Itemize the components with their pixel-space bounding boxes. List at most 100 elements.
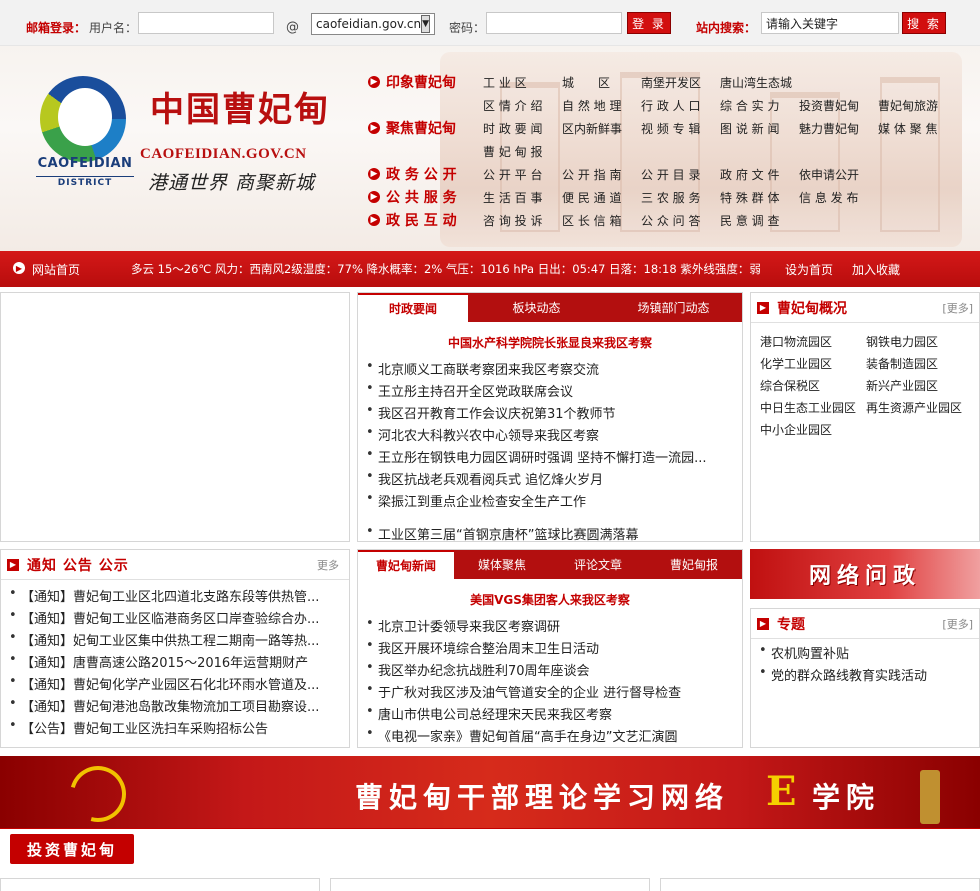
nav-link[interactable]: 公 开 指 南 bbox=[562, 166, 621, 183]
online-inquiry-banner[interactable]: 网络问政 bbox=[750, 549, 980, 599]
brand-name: 中国曹妃甸 bbox=[150, 90, 330, 130]
nav-link[interactable]: 民 意 调 查 bbox=[720, 212, 779, 229]
home-link[interactable]: 网站首页 bbox=[32, 261, 80, 278]
set-homepage-link[interactable]: 设为首页 bbox=[785, 261, 833, 278]
park-link[interactable]: 化学工业园区 bbox=[760, 355, 832, 372]
nav-link[interactable]: 区 情 介 绍 bbox=[483, 97, 542, 114]
list-item[interactable]: 梁振江到重点企业检查安全生产工作 bbox=[364, 491, 734, 513]
list-item[interactable]: 工业区第三届“首钢京唐杯”篮球比赛圆满落幕 bbox=[364, 524, 734, 543]
domain-select[interactable]: caofeidian.gov.cn ▼ bbox=[311, 13, 435, 35]
nav-link[interactable]: 区 长 信 箱 bbox=[562, 212, 621, 229]
more-link[interactable]: 更多 bbox=[317, 557, 339, 573]
login-button[interactable]: 登 录 bbox=[627, 12, 671, 34]
list-item[interactable]: 【通知】曹妃甸工业区北四道北支路东段等供热管... bbox=[7, 586, 345, 608]
list-item[interactable]: 我区召开教育工作会议庆祝第31个教师节 bbox=[364, 403, 734, 425]
list-item[interactable]: 《电视一家亲》曹妃甸首届“高手在身边”文艺汇演圆 bbox=[364, 726, 734, 748]
list-item[interactable]: 【通知】曹妃甸港池岛散改集物流加工项目勘察设... bbox=[7, 696, 345, 718]
nav-link[interactable]: 投资曹妃甸 bbox=[799, 97, 859, 114]
nav-link[interactable]: 公 开 目 录 bbox=[641, 166, 700, 183]
news-headline[interactable]: 美国VGS集团客人来我区考察 bbox=[358, 591, 742, 608]
list-item[interactable]: 【通知】唐曹高速公路2015～2016年运营期财产 bbox=[7, 652, 345, 674]
elearning-e: E bbox=[766, 768, 797, 815]
nav-link[interactable]: 魅力曹妃甸 bbox=[799, 120, 859, 137]
nav-link[interactable]: 公 众 问 答 bbox=[641, 212, 700, 229]
nav-link[interactable]: 特 殊 群 体 bbox=[720, 189, 779, 206]
nav-link[interactable]: 依申请公开 bbox=[799, 166, 859, 183]
nav-link[interactable]: 信 息 发 布 bbox=[799, 189, 858, 206]
nav-link[interactable]: 自 然 地 理 bbox=[562, 97, 621, 114]
nav-cat-focus[interactable]: ▶ 聚焦曹妃甸 bbox=[368, 118, 456, 138]
list-item[interactable]: 农机购置补贴 bbox=[757, 643, 975, 665]
list-item[interactable]: 党的群众路线教育实践活动 bbox=[757, 665, 975, 687]
list-item[interactable]: 唐山市供电公司总经理宋天民来我区考察 bbox=[364, 704, 734, 726]
arrow-right-icon: ▶ bbox=[757, 617, 769, 630]
nav-link[interactable]: 南堡开发区 bbox=[641, 74, 701, 91]
park-link[interactable]: 中小企业园区 bbox=[760, 421, 832, 438]
list-item[interactable]: 于广秋对我区涉及油气管道安全的企业 进行督导检查 bbox=[364, 682, 734, 704]
add-favorite-link[interactable]: 加入收藏 bbox=[852, 261, 900, 278]
more-link[interactable]: [更多] bbox=[942, 300, 973, 316]
park-link[interactable]: 再生资源产业园区 bbox=[866, 399, 962, 416]
list-item[interactable]: 王立彤在钢铁电力园区调研时强调 坚持不懈打造一流园... bbox=[364, 447, 734, 469]
tab-sector[interactable]: 板块动态 bbox=[468, 293, 605, 322]
tab-town-dept[interactable]: 场镇部门动态 bbox=[605, 293, 742, 322]
nav-link[interactable]: 工 业 区 bbox=[483, 74, 527, 91]
invest-title[interactable]: 投资曹妃甸 bbox=[10, 834, 134, 864]
nav-cat-public-service[interactable]: ▶ 公 共 服 务 bbox=[368, 187, 457, 207]
featured-image-box[interactable] bbox=[0, 292, 350, 542]
nav-link[interactable]: 便 民 通 道 bbox=[562, 189, 621, 206]
tab-politics[interactable]: 时政要闻 bbox=[358, 293, 468, 322]
nav-link[interactable]: 曹妃甸旅游 bbox=[878, 97, 938, 114]
nav-link[interactable]: 公 开 平 台 bbox=[483, 166, 542, 183]
nav-cat-gov-open[interactable]: ▶ 政 务 公 开 bbox=[368, 164, 457, 184]
more-link[interactable]: [更多] bbox=[942, 616, 973, 632]
nav-cat-impression[interactable]: ▶ 印象曹妃甸 bbox=[368, 72, 456, 92]
nav-link[interactable]: 咨 询 投 诉 bbox=[483, 212, 542, 229]
park-link[interactable]: 港口物流园区 bbox=[760, 333, 832, 350]
invest-box-2 bbox=[330, 878, 650, 891]
nav-link[interactable]: 政 府 文 件 bbox=[720, 166, 779, 183]
username-input[interactable] bbox=[138, 12, 274, 34]
password-input[interactable] bbox=[486, 12, 622, 34]
elearning-title: 曹妃甸干部理论学习网络 bbox=[355, 781, 730, 814]
park-link[interactable]: 新兴产业园区 bbox=[866, 377, 938, 394]
list-item[interactable]: 王立彤主持召开全区党政联席会议 bbox=[364, 381, 734, 403]
list-item[interactable]: 【公告】曹妃甸工业区洗扫车采购招标公告 bbox=[7, 718, 345, 740]
list-item[interactable]: 我区抗战老兵观看阅兵式 追忆烽火岁月 bbox=[364, 469, 734, 491]
tab-media[interactable]: 媒体聚焦 bbox=[454, 550, 550, 579]
cadre-elearning-banner[interactable]: 曹妃甸干部理论学习网络 E 学院 bbox=[0, 755, 980, 833]
park-link[interactable]: 钢铁电力园区 bbox=[866, 333, 938, 350]
list-item[interactable]: 【通知】妃甸工业区集中供热工程二期南一路等热... bbox=[7, 630, 345, 652]
nav-link[interactable]: 生 活 百 事 bbox=[483, 189, 542, 206]
nav-link[interactable]: 唐山湾生态城 bbox=[720, 74, 792, 91]
nav-link[interactable]: 城 区 bbox=[562, 74, 610, 91]
nav-link[interactable]: 行 政 人 口 bbox=[641, 97, 700, 114]
nav-link[interactable]: 媒 体 聚 焦 bbox=[878, 120, 937, 137]
tab-cfd-paper[interactable]: 曹妃甸报 bbox=[646, 550, 742, 579]
list-item[interactable]: 北京卫计委领导来我区考察调研 bbox=[364, 616, 734, 638]
list-item[interactable]: 【通知】曹妃甸工业区临港商务区口岸查验综合办... bbox=[7, 608, 345, 630]
nav-link[interactable]: 曹 妃 甸 报 bbox=[483, 143, 542, 160]
list-item[interactable]: 河北农大科教兴农中心领导来我区考察 bbox=[364, 425, 734, 447]
chevron-down-icon[interactable]: ▼ bbox=[421, 15, 431, 33]
park-link[interactable]: 综合保税区 bbox=[760, 377, 820, 394]
nav-link[interactable]: 三 农 服 务 bbox=[641, 189, 700, 206]
arrow-right-icon: ▶ bbox=[368, 191, 380, 203]
search-button[interactable]: 搜 索 bbox=[902, 12, 946, 34]
list-item[interactable]: 【通知】曹妃甸化学产业园区石化北环雨水管道及... bbox=[7, 674, 345, 696]
tab-cfd-news[interactable]: 曹妃甸新闻 bbox=[358, 550, 454, 579]
nav-link[interactable]: 综 合 实 力 bbox=[720, 97, 779, 114]
nav-link[interactable]: 视 频 专 辑 bbox=[641, 120, 700, 137]
park-link[interactable]: 中日生态工业园区 bbox=[760, 399, 856, 416]
search-input[interactable]: 请输入关键字 bbox=[761, 12, 899, 34]
nav-link[interactable]: 时 政 要 闻 bbox=[483, 120, 542, 137]
list-item[interactable]: 我区举办纪念抗战胜利70周年座谈会 bbox=[364, 660, 734, 682]
park-link[interactable]: 装备制造园区 bbox=[866, 355, 938, 372]
list-item[interactable]: 我区开展环境综合整治周末卫生日活动 bbox=[364, 638, 734, 660]
list-item[interactable]: 北京顺义工商联考察团来我区考察交流 bbox=[364, 359, 734, 381]
news-headline[interactable]: 中国水产科学院院长张显良来我区考察 bbox=[358, 334, 742, 351]
nav-cat-interaction[interactable]: ▶ 政 民 互 动 bbox=[368, 210, 457, 230]
tab-comments[interactable]: 评论文章 bbox=[550, 550, 646, 579]
nav-link[interactable]: 图 说 新 闻 bbox=[720, 120, 779, 137]
nav-link[interactable]: 区内新鲜事 bbox=[562, 120, 622, 137]
